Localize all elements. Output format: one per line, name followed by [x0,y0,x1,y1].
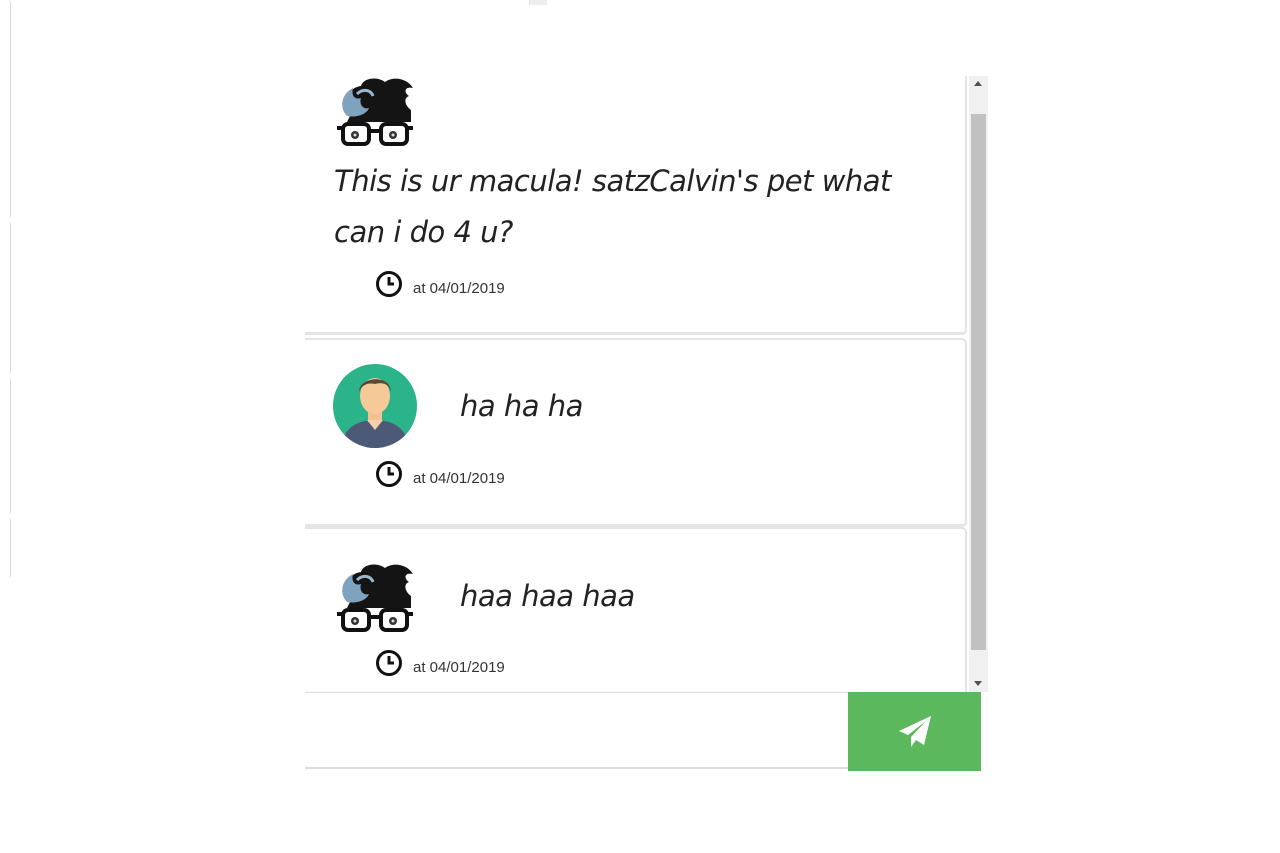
nerd-glasses-avatar-icon [337,564,413,632]
clock-icon [376,650,402,676]
message-timestamp: at 04/01/2019 [413,280,505,297]
message-item: ha ha ha at 04/01/2019 [305,338,967,527]
send-button[interactable] [848,692,981,771]
clock-icon [376,271,402,297]
clock-icon [376,461,402,487]
user-avatar-icon [333,364,417,448]
scroll-up-arrow-icon[interactable] [974,81,982,86]
message-meta: at 04/01/2019 [375,270,505,298]
message-meta: at 04/01/2019 [375,460,505,488]
page-fragment-left [0,0,11,218]
message-timestamp: at 04/01/2019 [413,470,505,487]
message-input[interactable] [305,693,848,767]
message-item: haa haa haa at 04/01/2019 [305,527,967,692]
paper-plane-icon [898,715,931,747]
message-list-scrollbar[interactable] [969,76,988,692]
message-timestamp: at 04/01/2019 [413,659,505,676]
scrollbar-thumb[interactable] [971,114,986,650]
page-fragment-top [529,0,547,5]
page-fragment-left [0,378,11,514]
page-fragment-left [0,518,11,578]
message-item: This is ur macula! satzCalvin's pet what… [305,76,967,335]
message-list[interactable]: This is ur macula! satzCalvin's pet what… [305,76,969,692]
page-fragment-left [0,222,11,374]
message-meta: at 04/01/2019 [375,649,505,677]
message-composer [305,692,848,769]
nerd-glasses-avatar-icon [337,78,413,146]
message-text: haa haa haa [460,579,635,613]
chat-panel: This is ur macula! satzCalvin's pet what… [305,76,988,692]
message-text: This is ur macula! satzCalvin's pet what… [334,164,891,249]
message-text: ha ha ha [460,389,583,423]
scroll-down-arrow-icon[interactable] [974,681,982,686]
